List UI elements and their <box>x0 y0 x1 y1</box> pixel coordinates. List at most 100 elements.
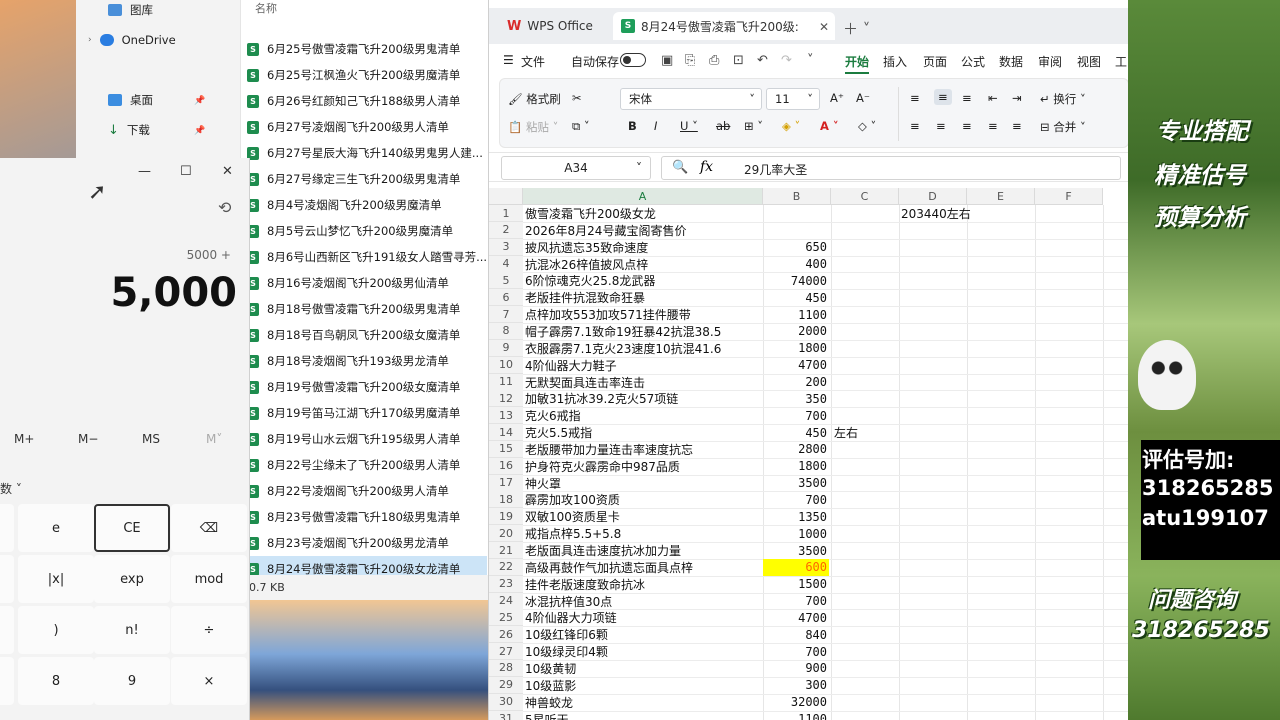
cell-a[interactable]: 老版腰带加力量连击率速度抗忘 <box>523 441 693 458</box>
file-row[interactable]: S 8月5号云山梦忆飞升200级男魔清单 <box>243 218 487 244</box>
file-row[interactable]: S 8月4号凌烟阁飞升200级男魔清单 <box>243 192 487 218</box>
align-top-icon[interactable]: ≡ <box>910 91 920 105</box>
file-row[interactable]: S 6月25号傲雪凌霜飞升200级男鬼清单 <box>243 36 487 62</box>
calc-key[interactable]: 8 <box>18 657 94 705</box>
file-row[interactable]: S 8月18号百鸟朝凤飞升200级女魔清单 <box>243 322 487 348</box>
cell-a[interactable]: 克火5.5戒指 <box>523 424 592 441</box>
merge-cells-button[interactable]: ⊟ 合并 ˅ <box>1040 119 1086 135</box>
fill-color-icon[interactable]: ◈ ˅ <box>782 119 800 133</box>
font-name-select[interactable]: 宋体 ˅ <box>620 88 762 110</box>
row-header[interactable]: 16 <box>489 457 523 475</box>
border-icon[interactable]: ⊞ ˅ <box>744 119 763 133</box>
column-header[interactable]: A <box>523 188 763 205</box>
decrease-font-icon[interactable]: A⁻ <box>856 91 870 105</box>
calc-key[interactable]: e <box>18 504 94 552</box>
row-header[interactable]: 30 <box>489 693 523 711</box>
cell-b[interactable]: 74000 <box>763 272 829 289</box>
calc-key[interactable]: 9 <box>94 657 170 705</box>
row-header[interactable]: 31 <box>489 710 523 720</box>
tab-wps-office[interactable]: W WPS Office <box>497 12 617 40</box>
select-all-corner[interactable] <box>489 188 523 205</box>
memory-subtract-button[interactable]: M− <box>78 432 98 446</box>
cell-b[interactable]: 1350 <box>763 508 829 525</box>
menu-tools[interactable]: 工 <box>1115 53 1127 70</box>
cell-a[interactable]: 4阶仙器大力项链 <box>523 609 617 626</box>
file-row[interactable]: S 6月26号红颜知己飞升188级男人清单 <box>243 88 487 114</box>
paste-button[interactable]: 📋 粘贴 ˅ <box>508 119 558 135</box>
cell-b[interactable]: 300 <box>763 677 829 694</box>
row-header[interactable]: 12 <box>489 390 523 408</box>
cell-a[interactable]: 5星听天 <box>523 711 569 720</box>
calc-key-partial[interactable] <box>0 555 14 603</box>
file-row[interactable]: S 8月16号凌烟阁飞升200级男仙清单 <box>243 270 487 296</box>
row-header[interactable]: 7 <box>489 306 523 324</box>
calc-key[interactable]: ) <box>18 606 94 654</box>
clear-format-icon[interactable]: ◇ ˅ <box>858 119 876 133</box>
cell-b[interactable]: 450 <box>763 289 829 306</box>
font-color-icon[interactable]: A ˅ <box>820 119 839 133</box>
cell-b[interactable]: 200 <box>763 374 829 391</box>
menu-file[interactable]: 文件 <box>521 53 545 70</box>
cell-a[interactable]: 克火6戒指 <box>523 407 581 424</box>
menu-home[interactable]: 开始 <box>845 53 869 70</box>
indent-decrease-icon[interactable]: ⇤ <box>988 91 998 105</box>
row-header[interactable]: 11 <box>489 373 523 391</box>
cell-b[interactable]: 4700 <box>763 609 829 626</box>
cell-a[interactable]: 点梓加攻553加攻571挂件腰带 <box>523 306 691 323</box>
cell-b[interactable]: 1800 <box>763 340 829 357</box>
calc-key[interactable]: n! <box>94 606 170 654</box>
cell-b[interactable]: 650 <box>763 239 829 256</box>
fx-icon[interactable]: fx <box>700 159 713 175</box>
menu-formula[interactable]: 公式 <box>961 53 985 70</box>
file-row[interactable]: S 8月6号山西新区飞升191级女人踏雪寻芳... <box>243 244 487 270</box>
cut-icon[interactable]: ✂ <box>572 91 582 105</box>
column-header[interactable]: C <box>831 188 899 205</box>
row-header[interactable]: 5 <box>489 272 523 290</box>
file-row[interactable]: S 8月23号凌烟阁飞升200级男龙清单 <box>243 530 487 556</box>
row-header[interactable]: 13 <box>489 407 523 425</box>
row-header[interactable]: 3 <box>489 238 523 256</box>
file-row[interactable]: S 8月23号傲雪凌霜飞升180级男鬼清单 <box>243 504 487 530</box>
file-row[interactable]: S 6月25号江枫渔火飞升200级男魔清单 <box>243 62 487 88</box>
underline-icon[interactable]: U ˅ <box>680 119 698 133</box>
increase-font-icon[interactable]: A⁺ <box>830 91 844 105</box>
cell-b[interactable]: 1000 <box>763 525 829 542</box>
calc-key-partial[interactable] <box>0 504 14 552</box>
menu-page[interactable]: 页面 <box>923 53 947 70</box>
cell-a[interactable]: 10级红锋印6颗 <box>523 626 608 643</box>
cell-b[interactable]: 1100 <box>763 711 829 720</box>
row-header[interactable]: 1 <box>489 205 523 222</box>
maximize-icon[interactable]: ☐ <box>180 164 192 179</box>
cell-a[interactable]: 抗混冰26梓值披风点梓 <box>523 256 648 273</box>
calc-key[interactable]: mod <box>171 555 247 603</box>
cell-a[interactable]: 戒指点梓5.5+5.8 <box>523 525 621 542</box>
cell-d[interactable]: 203440左右 <box>899 205 971 222</box>
align-right-icon[interactable]: ≡ <box>962 119 972 133</box>
row-header[interactable]: 2 <box>489 221 523 239</box>
cell-b[interactable]: 900 <box>763 660 829 677</box>
cell-a[interactable]: 披风抗遗忘35致命速度 <box>523 239 648 256</box>
align-left-icon[interactable]: ≡ <box>910 119 920 133</box>
italic-icon[interactable]: I <box>654 119 657 133</box>
align-center-icon[interactable]: ≡ <box>936 119 946 133</box>
row-header[interactable]: 10 <box>489 356 523 374</box>
more-chevron-icon[interactable]: ˅ <box>807 53 814 68</box>
row-header[interactable]: 28 <box>489 659 523 677</box>
cell-b[interactable]: 3500 <box>763 475 829 492</box>
align-middle-icon[interactable]: ≡ <box>934 89 952 105</box>
cell-b[interactable]: 400 <box>763 256 829 273</box>
column-header[interactable]: F <box>1035 188 1103 205</box>
cell-a[interactable]: 老版面具连击速度抗冰加力量 <box>523 542 681 559</box>
menu-data[interactable]: 数据 <box>999 53 1023 70</box>
cell-a[interactable]: 高级再鼓作气加抗遗忘面具点梓 <box>523 559 693 576</box>
cell-a[interactable]: 霹雳加攻100资质 <box>523 491 620 508</box>
file-row[interactable]: S 8月22号尘缘未了飞升200级男人清单 <box>243 452 487 478</box>
nav-item-desktop[interactable]: 桌面 <box>108 88 153 112</box>
memory-add-button[interactable]: M+ <box>14 432 34 446</box>
memory-store-button[interactable]: MS <box>142 432 160 446</box>
nav-item-onedrive[interactable]: › OneDrive <box>88 28 176 52</box>
cell-b[interactable]: 600 <box>763 558 829 576</box>
print-icon[interactable]: ⎙ <box>709 53 719 68</box>
row-header[interactable]: 9 <box>489 339 523 357</box>
font-size-select[interactable]: 11 ˅ <box>766 88 820 110</box>
